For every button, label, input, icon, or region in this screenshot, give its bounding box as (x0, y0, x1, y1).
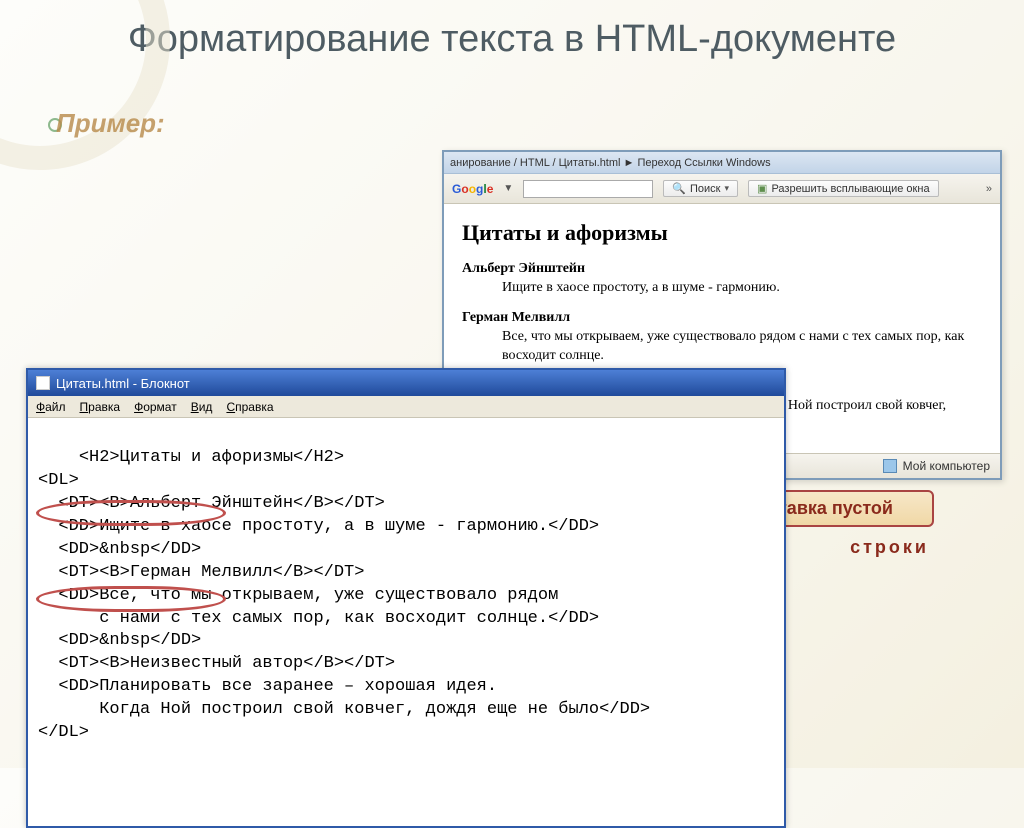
status-right-text: Мой компьютер (903, 459, 990, 473)
notepad-title-text: Цитаты.html - Блокнот (56, 376, 190, 391)
search-input[interactable] (523, 180, 653, 198)
google-logo: Google (452, 182, 493, 196)
search-button-label: Поиск (690, 183, 720, 195)
toolbar-chevrons-icon[interactable]: » (986, 183, 992, 195)
quote-author: Герман Мелвилл (462, 309, 982, 328)
menu-format[interactable]: Формат (134, 400, 177, 414)
browser-toolbar: Google ▼ 🔍 Поиск ▾ ▣ Разрешить всплывающ… (444, 174, 1000, 204)
popup-icon: ▣ (757, 182, 767, 195)
menu-file[interactable]: Файл (36, 400, 66, 414)
menu-help[interactable]: Справка (226, 400, 273, 414)
popup-label: Разрешить всплывающие окна (771, 183, 929, 195)
quote-author: Альберт Эйнштейн (462, 260, 982, 279)
chevron-down-icon: ▾ (725, 183, 730, 194)
popup-toggle[interactable]: ▣ Разрешить всплывающие окна (748, 180, 939, 197)
magnifier-icon: 🔍 (672, 182, 686, 195)
callout-line2: строки (850, 537, 929, 558)
document-icon (36, 376, 50, 390)
quote-text: Ищите в хаосе простоту, а в шуме - гармо… (502, 279, 982, 298)
menu-view[interactable]: Вид (191, 400, 213, 414)
menu-edit[interactable]: Правка (80, 400, 121, 414)
search-button[interactable]: 🔍 Поиск ▾ (663, 180, 738, 197)
example-label: Пример: (56, 108, 165, 139)
code-text: <H2>Цитаты и афоризмы</H2> <DL> <DT><B>А… (38, 448, 650, 742)
toolbar-dropdown-icon[interactable]: ▼ (503, 183, 513, 194)
notepad-titlebar: Цитаты.html - Блокнот (28, 370, 784, 396)
notepad-body[interactable]: <H2>Цитаты и афоризмы</H2> <DL> <DT><B>А… (28, 418, 784, 826)
notepad-menubar: Файл Правка Формат Вид Справка (28, 396, 784, 418)
notepad-window: Цитаты.html - Блокнот Файл Правка Формат… (26, 368, 786, 828)
browser-titlebar: анирование / НТМL / Цитаты.html ► Перехо… (444, 152, 1000, 174)
computer-icon (883, 459, 897, 473)
quote-text: Все, что мы открываем, уже существовало … (502, 328, 982, 366)
decorative-ring (0, 0, 170, 170)
page-heading: Цитаты и афоризмы (462, 218, 982, 248)
